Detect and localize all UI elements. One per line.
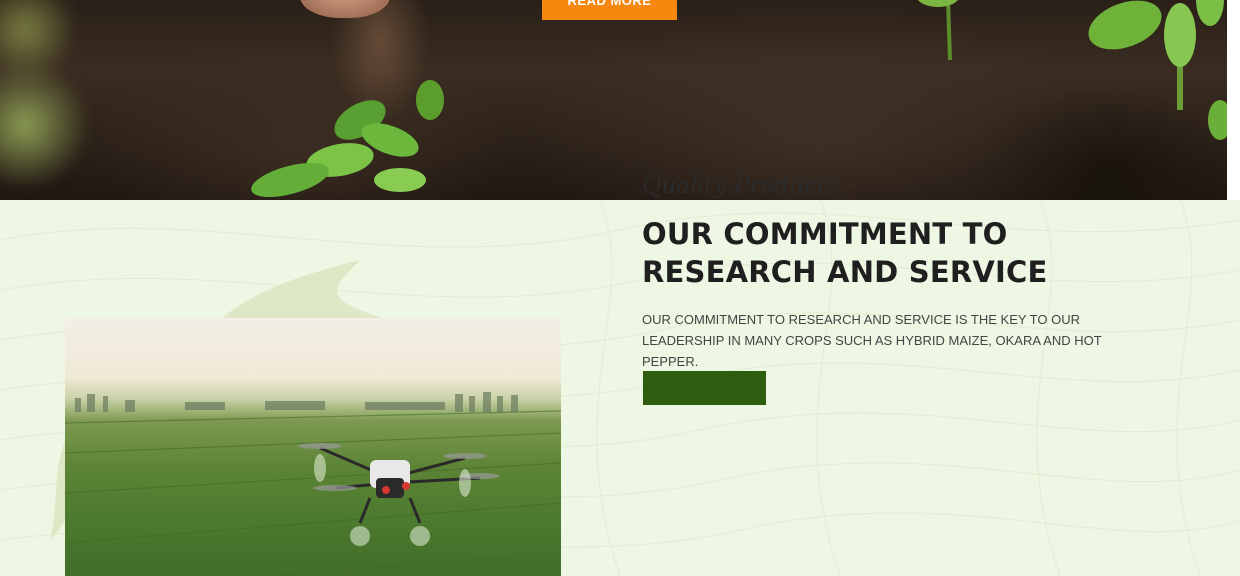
about-content: Quality Products OUR COMMITMENT TO RESEA… [642,165,1162,372]
eyebrow-script: Quality Products [642,171,838,199]
learn-more-button[interactable] [643,371,766,405]
read-more-button[interactable]: READ MORE [542,0,677,20]
drone-field-photo [65,318,561,576]
section-heading: OUR COMMITMENT TO RESEARCH AND SERVICE [642,217,1048,289]
seedling-left-image [251,80,444,198]
drone-image [298,443,500,546]
section-body: OUR COMMITMENT TO RESEARCH AND SERVICE I… [642,312,1102,369]
seedling-right-image [918,0,1227,140]
